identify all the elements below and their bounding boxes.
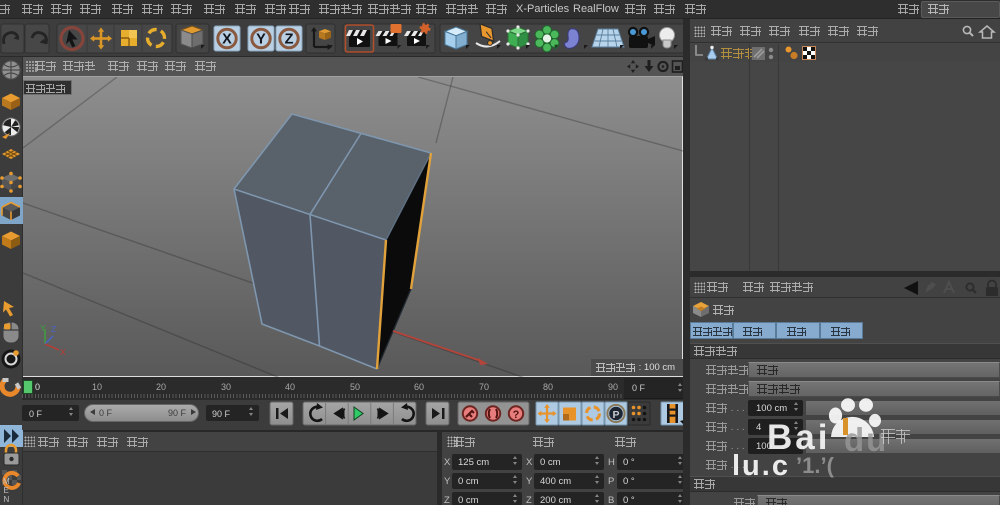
svg-text:?: ? [513,409,520,421]
svg-text:E: E [4,486,9,495]
svg-text:Z: Z [51,324,56,334]
svg-text:X: X [222,32,232,48]
svg-text:Y: Y [256,32,266,48]
svg-text:P: P [612,409,619,421]
svg-text:X: X [60,347,66,357]
svg-text:M: M [3,477,10,486]
svg-text:N: N [4,495,10,504]
svg-text:Y: Y [40,323,46,333]
svg-text:Z: Z [285,32,294,48]
